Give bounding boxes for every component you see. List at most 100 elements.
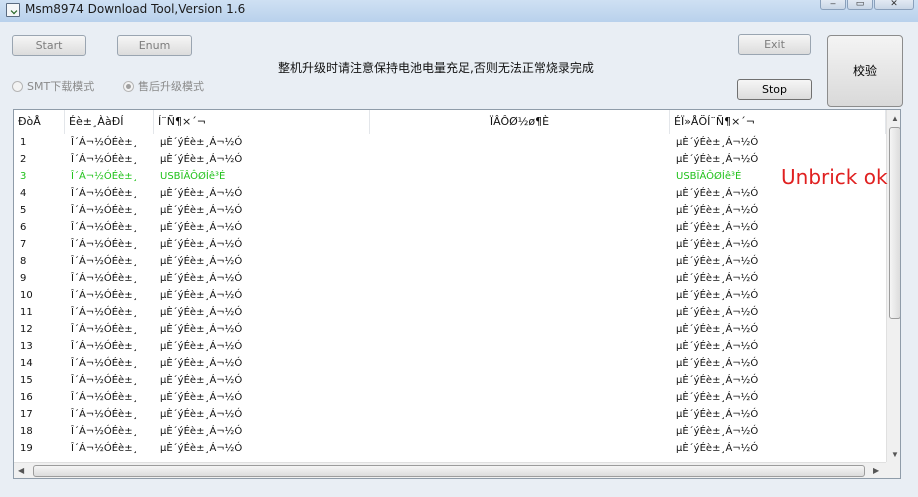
cell-type: Î´Á¬½ÓÉè±¸ <box>71 392 138 403</box>
exit-button[interactable]: Exit <box>738 34 811 55</box>
table-row[interactable]: 18 Î´Á¬½ÓÉè±¸ µÈ´ýÉè±¸Á¬½Ó µÈ´ýÉè±¸Á¬½Ó <box>14 423 886 440</box>
aftersale-mode-radio[interactable]: 售后升级模式 <box>123 79 204 93</box>
table-row[interactable]: 19 Î´Á¬½ÓÉè±¸ µÈ´ýÉè±¸Á¬½Ó µÈ´ýÉè±¸Á¬½Ó <box>14 440 886 457</box>
table-row[interactable]: 15 Î´Á¬½ÓÉè±¸ µÈ´ýÉè±¸Á¬½Ó µÈ´ýÉè±¸Á¬½Ó <box>14 372 886 389</box>
table-row[interactable]: 1 Î´Á¬½ÓÉè±¸ µÈ´ýÉè±¸Á¬½Ó µÈ´ýÉè±¸Á¬½Ó <box>14 134 886 151</box>
cell-type: Î´Á¬½ÓÉè±¸ <box>71 426 138 437</box>
cell-status: µÈ´ýÉè±¸Á¬½Ó <box>676 409 759 420</box>
stop-button[interactable]: Stop <box>737 79 812 100</box>
cell-no: 13 <box>20 341 33 352</box>
cell-no: 5 <box>20 205 27 216</box>
table-row[interactable]: 3 Î´Á¬½ÓÉè±¸ USBÏÂÔØÍê³É USBÏÂÔØÍê³É <box>14 168 886 185</box>
cell-progress <box>370 134 670 151</box>
column-header-no[interactable]: ÐòÅ <box>14 110 65 134</box>
window-title: Msm8974 Download Tool,Version 1.6 <box>25 2 246 16</box>
cell-comm: µÈ´ýÉè±¸Á¬½Ó <box>160 358 243 369</box>
cell-no: 11 <box>20 307 33 318</box>
table-row[interactable]: 4 Î´Á¬½ÓÉè±¸ µÈ´ýÉè±¸Á¬½Ó µÈ´ýÉè±¸Á¬½Ó <box>14 185 886 202</box>
table-row[interactable]: 16 Î´Á¬½ÓÉè±¸ µÈ´ýÉè±¸Á¬½Ó µÈ´ýÉè±¸Á¬½Ó <box>14 389 886 406</box>
cell-type: Î´Á¬½ÓÉè±¸ <box>71 409 138 420</box>
cell-type: Î´Á¬½ÓÉè±¸ <box>71 443 138 454</box>
cell-progress <box>370 423 670 440</box>
cell-type: Î´Á¬½ÓÉè±¸ <box>71 341 138 352</box>
close-button[interactable]: ✕ <box>874 0 914 10</box>
cell-comm: µÈ´ýÉè±¸Á¬½Ó <box>160 375 243 386</box>
table-row[interactable]: 9 Î´Á¬½ÓÉè±¸ µÈ´ýÉè±¸Á¬½Ó µÈ´ýÉè±¸Á¬½Ó <box>14 270 886 287</box>
cell-no: 17 <box>20 409 33 420</box>
cell-no: 19 <box>20 443 33 454</box>
table-row[interactable]: 13 Î´Á¬½ÓÉè±¸ µÈ´ýÉè±¸Á¬½Ó µÈ´ýÉè±¸Á¬½Ó <box>14 338 886 355</box>
scroll-right-arrow-icon[interactable]: ▶ <box>873 466 879 476</box>
table-row[interactable]: 5 Î´Á¬½ÓÉè±¸ µÈ´ýÉè±¸Á¬½Ó µÈ´ýÉè±¸Á¬½Ó <box>14 202 886 219</box>
cell-comm: µÈ´ýÉè±¸Á¬½Ó <box>160 222 243 233</box>
cell-status: µÈ´ýÉè±¸Á¬½Ó <box>676 290 759 301</box>
cell-type: Î´Á¬½ÓÉè±¸ <box>71 256 138 267</box>
table-row[interactable]: 2 Î´Á¬½ÓÉè±¸ µÈ´ýÉè±¸Á¬½Ó µÈ´ýÉè±¸Á¬½Ó <box>14 151 886 168</box>
cell-comm: µÈ´ýÉè±¸Á¬½Ó <box>160 426 243 437</box>
smt-mode-radio[interactable]: SMT下载模式 <box>12 79 94 93</box>
cell-progress <box>370 304 670 321</box>
vertical-scroll-thumb[interactable] <box>889 127 900 319</box>
scroll-up-arrow-icon[interactable]: ▲ <box>891 114 899 124</box>
cell-no: 7 <box>20 239 27 250</box>
cell-no: 12 <box>20 324 33 335</box>
radio-dot-selected <box>123 80 134 92</box>
cell-progress <box>370 287 670 304</box>
cell-status: µÈ´ýÉè±¸Á¬½Ó <box>676 341 759 352</box>
start-button[interactable]: Start <box>12 35 86 56</box>
column-header-progress[interactable]: ÏÂÔØ½ø¶È <box>370 110 670 134</box>
column-header-comm[interactable]: Í¨Ñ¶×´¬ <box>154 110 370 134</box>
cell-status: µÈ´ýÉè±¸Á¬½Ó <box>676 273 759 284</box>
horizontal-scrollbar[interactable]: ◀ ▶ <box>14 462 886 478</box>
cell-progress <box>370 338 670 355</box>
cell-no: 10 <box>20 290 33 301</box>
cell-comm: µÈ´ýÉè±¸Á¬½Ó <box>160 256 243 267</box>
cell-progress <box>370 185 670 202</box>
table-row[interactable]: 14 Î´Á¬½ÓÉè±¸ µÈ´ýÉè±¸Á¬½Ó µÈ´ýÉè±¸Á¬½Ó <box>14 355 886 372</box>
column-header-status[interactable]: ÉÏ»ÅÖÍ¨Ñ¶×´¬ <box>670 110 886 134</box>
cell-no: 9 <box>20 273 27 284</box>
cell-progress <box>370 355 670 372</box>
cell-type: Î´Á¬½ÓÉè±¸ <box>71 137 138 148</box>
minimize-button[interactable]: ‒ <box>820 0 846 10</box>
cell-comm: µÈ´ýÉè±¸Á¬½Ó <box>160 273 243 284</box>
cell-type: Î´Á¬½ÓÉè±¸ <box>71 375 138 386</box>
enum-button[interactable]: Enum <box>117 35 192 56</box>
cell-progress <box>370 440 670 457</box>
cell-progress <box>370 389 670 406</box>
table-row[interactable]: 7 Î´Á¬½ÓÉè±¸ µÈ´ýÉè±¸Á¬½Ó µÈ´ýÉè±¸Á¬½Ó <box>14 236 886 253</box>
cell-comm: µÈ´ýÉè±¸Á¬½Ó <box>160 341 243 352</box>
smt-mode-label: SMT下载模式 <box>27 80 95 93</box>
cell-status: µÈ´ýÉè±¸Á¬½Ó <box>676 239 759 250</box>
column-header-type[interactable]: Éè±¸ÀàÐÍ <box>65 110 154 134</box>
title-bar: Msm8974 Download Tool,Version 1.6 ‒ ▭ ✕ <box>0 0 918 22</box>
table-row[interactable]: 12 Î´Á¬½ÓÉè±¸ µÈ´ýÉè±¸Á¬½Ó µÈ´ýÉè±¸Á¬½Ó <box>14 321 886 338</box>
cell-type: Î´Á¬½ÓÉè±¸ <box>71 205 138 216</box>
table-row[interactable]: 10 Î´Á¬½ÓÉè±¸ µÈ´ýÉè±¸Á¬½Ó µÈ´ýÉè±¸Á¬½Ó <box>14 287 886 304</box>
cell-no: 3 <box>20 171 27 182</box>
cell-comm: µÈ´ýÉè±¸Á¬½Ó <box>160 290 243 301</box>
horizontal-scroll-thumb[interactable] <box>33 465 865 477</box>
cell-status: µÈ´ýÉè±¸Á¬½Ó <box>676 443 759 454</box>
device-list[interactable]: ÐòÅ Éè±¸ÀàÐÍ Í¨Ñ¶×´¬ ÏÂÔØ½ø¶È ÉÏ»ÅÖÍ¨Ñ¶×… <box>13 109 901 479</box>
cell-no: 16 <box>20 392 33 403</box>
cell-status: µÈ´ýÉè±¸Á¬½Ó <box>676 205 759 216</box>
unbrick-annotation: Unbrick ok <box>781 165 888 189</box>
cell-no: 4 <box>20 188 27 199</box>
table-row[interactable]: 17 Î´Á¬½ÓÉè±¸ µÈ´ýÉè±¸Á¬½Ó µÈ´ýÉè±¸Á¬½Ó <box>14 406 886 423</box>
vertical-scrollbar[interactable]: ▲ ▼ <box>886 110 900 462</box>
cell-status: µÈ´ýÉè±¸Á¬½Ó <box>676 375 759 386</box>
scroll-down-arrow-icon[interactable]: ▼ <box>891 450 899 460</box>
maximize-button[interactable]: ▭ <box>847 0 873 10</box>
table-row[interactable]: 6 Î´Á¬½ÓÉè±¸ µÈ´ýÉè±¸Á¬½Ó µÈ´ýÉè±¸Á¬½Ó <box>14 219 886 236</box>
cell-no: 6 <box>20 222 27 233</box>
radio-dot <box>12 80 23 92</box>
table-row[interactable]: 8 Î´Á¬½ÓÉè±¸ µÈ´ýÉè±¸Á¬½Ó µÈ´ýÉè±¸Á¬½Ó <box>14 253 886 270</box>
verify-button[interactable]: 校验 <box>827 35 903 107</box>
cell-no: 2 <box>20 154 27 165</box>
cell-comm: µÈ´ýÉè±¸Á¬½Ó <box>160 154 243 165</box>
scroll-left-arrow-icon[interactable]: ◀ <box>18 466 24 476</box>
cell-status: µÈ´ýÉè±¸Á¬½Ó <box>676 137 759 148</box>
cell-comm: µÈ´ýÉè±¸Á¬½Ó <box>160 392 243 403</box>
table-row[interactable]: 11 Î´Á¬½ÓÉè±¸ µÈ´ýÉè±¸Á¬½Ó µÈ´ýÉè±¸Á¬½Ó <box>14 304 886 321</box>
